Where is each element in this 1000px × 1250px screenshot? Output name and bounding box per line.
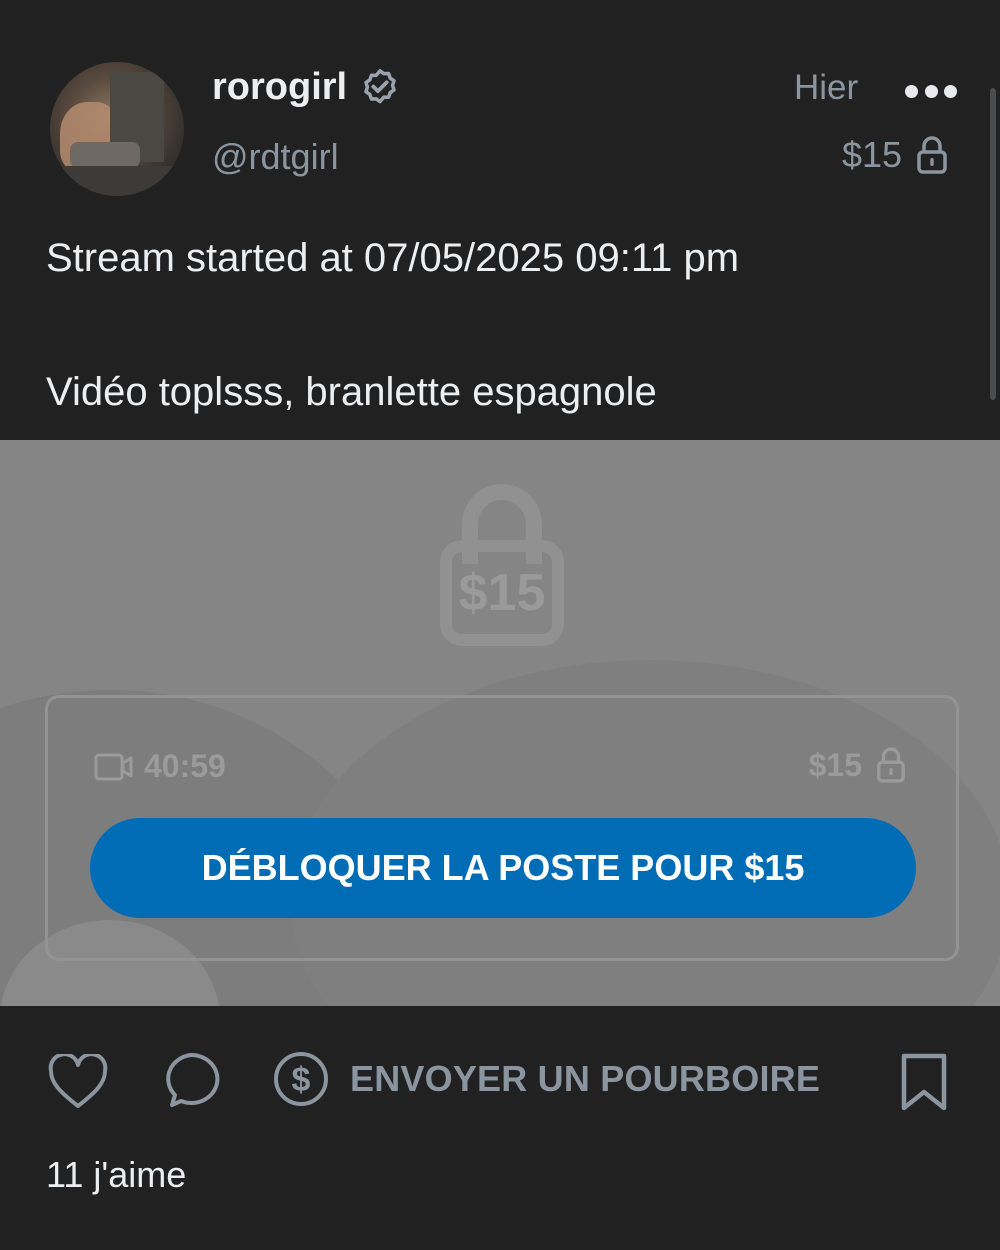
author-handle[interactable]: @rdtgirl	[212, 136, 339, 178]
video-duration: 40:59	[94, 748, 226, 785]
author-display-name[interactable]: rorogirl	[212, 66, 347, 109]
heart-icon[interactable]	[48, 1054, 108, 1110]
post-text-line-1: Stream started at 07/05/2025 09:11 pm	[46, 236, 740, 280]
bookmark-icon[interactable]	[898, 1052, 950, 1112]
send-tip-button[interactable]: $ ENVOYER UN POURBOIRE	[272, 1050, 820, 1108]
likes-count[interactable]: 11 j'aime	[46, 1154, 186, 1196]
author-name-row[interactable]: rorogirl	[212, 66, 401, 109]
card-price-label: $15	[808, 746, 862, 783]
unlock-card: 40:59 $15 DÉBLOQUER LA POSTE POUR $15	[45, 695, 959, 961]
post-card: rorogirl @rdtgirl Hier $15 Stream starte…	[0, 0, 1000, 1250]
post-price: $15	[842, 134, 948, 176]
post-price-label: $15	[842, 134, 903, 175]
scrollbar[interactable]	[990, 88, 996, 400]
post-actions: $ ENVOYER UN POURBOIRE 11 j'aime	[0, 1006, 1000, 1250]
dollar-coin-icon: $	[274, 1052, 328, 1106]
duration-label: 40:59	[144, 748, 226, 784]
verified-badge-icon	[364, 68, 396, 103]
avatar[interactable]	[50, 62, 184, 196]
post-timestamp: Hier	[794, 68, 859, 107]
lock-price: $15	[440, 540, 564, 646]
locked-media: $15 40:59 $15 DÉBLOQUER LA POSTE POUR $1…	[0, 440, 1000, 1006]
lock-icon	[877, 747, 905, 783]
comment-bubble-icon[interactable]	[160, 1050, 222, 1112]
card-price: $15	[809, 746, 906, 784]
post-text-line-2: Vidéo toplsss, branlette espagnole	[46, 370, 657, 414]
video-camera-icon	[94, 753, 133, 780]
big-lock-icon: $15	[440, 484, 564, 646]
more-options-icon[interactable]	[905, 78, 957, 104]
svg-text:$: $	[292, 1061, 311, 1099]
send-tip-label: ENVOYER UN POURBOIRE	[350, 1058, 821, 1099]
unlock-post-button[interactable]: DÉBLOQUER LA POSTE POUR $15	[90, 818, 916, 918]
lock-icon	[917, 136, 947, 174]
